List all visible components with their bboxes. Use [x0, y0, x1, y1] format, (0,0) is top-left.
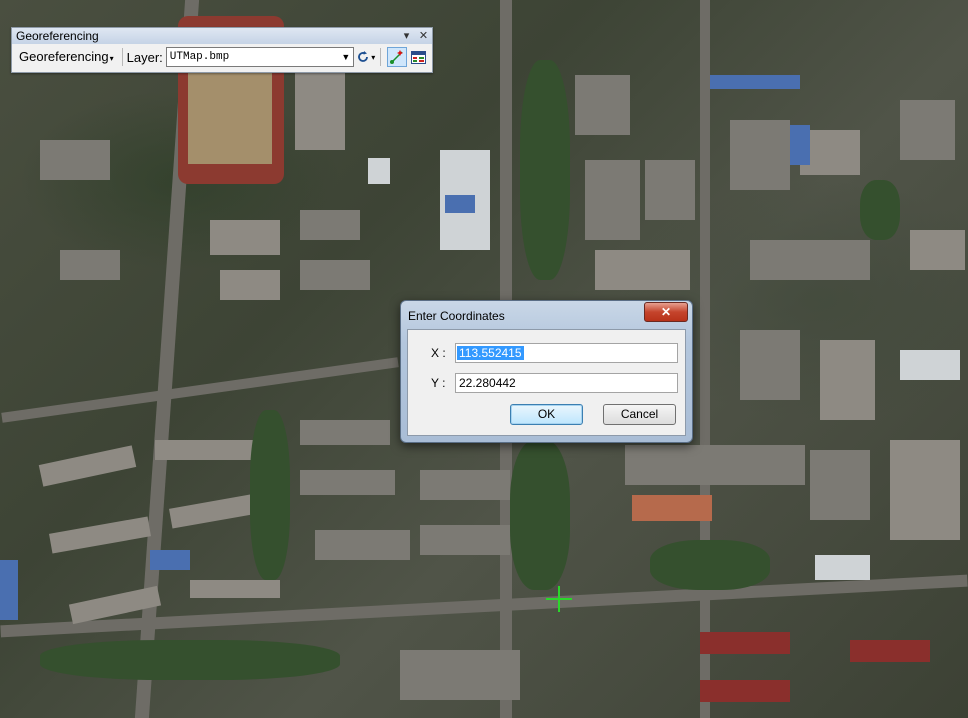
- building: [810, 450, 870, 520]
- building: [150, 550, 190, 570]
- building: [632, 495, 712, 521]
- road: [700, 0, 710, 718]
- building: [49, 516, 151, 554]
- building: [295, 70, 345, 150]
- building: [300, 420, 390, 445]
- building: [645, 160, 695, 220]
- cancel-button[interactable]: Cancel: [603, 404, 676, 425]
- dialog-body: X : 113.552415 Y : 22.280442 OK Cancel: [407, 329, 686, 436]
- building: [730, 120, 790, 190]
- building: [890, 440, 960, 540]
- add-control-points-button[interactable]: [386, 47, 407, 67]
- x-coordinate-value: 113.552415: [457, 346, 524, 360]
- building: [585, 160, 640, 240]
- x-coordinate-input[interactable]: 113.552415: [455, 343, 678, 363]
- close-icon[interactable]: ✕: [417, 28, 430, 44]
- building: [710, 75, 800, 89]
- building: [0, 560, 18, 620]
- tree-canopy: [40, 640, 340, 680]
- georeferencing-menu[interactable]: Georeferencing▾: [15, 47, 118, 67]
- building: [368, 158, 390, 184]
- building: [850, 640, 930, 662]
- toolbar-separator: [121, 48, 123, 66]
- building: [910, 230, 965, 270]
- toolbar-title-bar[interactable]: Georeferencing ▾ ✕: [12, 28, 432, 44]
- building: [300, 260, 370, 290]
- building: [595, 250, 690, 290]
- chevron-down-icon[interactable]: ▼: [339, 48, 353, 66]
- layer-dropdown[interactable]: UTMap.bmp ▼: [165, 47, 354, 67]
- rotate-button[interactable]: ▾: [356, 47, 376, 67]
- building: [315, 530, 410, 560]
- ok-button[interactable]: OK: [510, 404, 583, 425]
- y-coordinate-value: 22.280442: [459, 376, 516, 390]
- building: [60, 250, 120, 280]
- link-table-icon: [411, 50, 427, 64]
- chevron-down-icon: ▾: [371, 52, 376, 62]
- chevron-down-icon: ▾: [109, 54, 114, 63]
- tree-canopy: [650, 540, 770, 590]
- toolbar-title: Georeferencing: [16, 29, 99, 43]
- tree-canopy: [510, 440, 570, 590]
- enter-coordinates-dialog: Enter Coordinates ✕ X : 113.552415 Y : 2…: [400, 300, 693, 443]
- dialog-title: Enter Coordinates: [408, 309, 505, 323]
- building: [575, 75, 630, 135]
- add-control-points-icon: [389, 50, 403, 64]
- road: [1, 357, 399, 423]
- building: [700, 632, 790, 654]
- toolbar-separator: [379, 48, 381, 66]
- georeferencing-menu-label: Georeferencing: [19, 49, 109, 64]
- building: [420, 470, 510, 500]
- tree-canopy: [520, 60, 570, 280]
- building: [820, 340, 875, 420]
- building: [750, 240, 870, 280]
- building: [300, 210, 360, 240]
- building: [38, 445, 137, 487]
- close-icon: ✕: [660, 305, 672, 319]
- building: [815, 555, 870, 580]
- tree-canopy: [860, 180, 900, 240]
- building: [700, 680, 790, 702]
- crosshair-cursor-vertical: [558, 586, 560, 612]
- rotate-icon: [358, 51, 369, 62]
- toolbar-options-icon[interactable]: ▾: [400, 28, 413, 44]
- building: [445, 195, 475, 213]
- layer-label: Layer:: [126, 49, 163, 65]
- y-coordinate-input[interactable]: 22.280442: [455, 373, 678, 393]
- close-button[interactable]: ✕: [644, 302, 688, 322]
- building: [40, 140, 110, 180]
- georeferencing-toolbar: Georeferencing ▾ ✕ Georeferencing▾ Layer…: [11, 27, 433, 73]
- building: [900, 100, 955, 160]
- building: [220, 270, 280, 300]
- sports-field: [188, 68, 272, 164]
- x-label: X :: [431, 346, 446, 360]
- building: [900, 350, 960, 380]
- building: [420, 525, 510, 555]
- building: [790, 125, 810, 165]
- building: [155, 440, 260, 460]
- y-label: Y :: [431, 376, 446, 390]
- y-coordinate-row: Y : 22.280442: [408, 373, 685, 393]
- building: [300, 470, 395, 495]
- tree-canopy: [250, 410, 290, 580]
- x-coordinate-row: X : 113.552415: [408, 343, 685, 363]
- layer-dropdown-value: UTMap.bmp: [169, 51, 230, 63]
- building: [190, 580, 280, 598]
- building: [210, 220, 280, 255]
- view-link-table-button[interactable]: [409, 47, 429, 67]
- building: [740, 330, 800, 400]
- building: [625, 445, 805, 485]
- building: [400, 650, 520, 700]
